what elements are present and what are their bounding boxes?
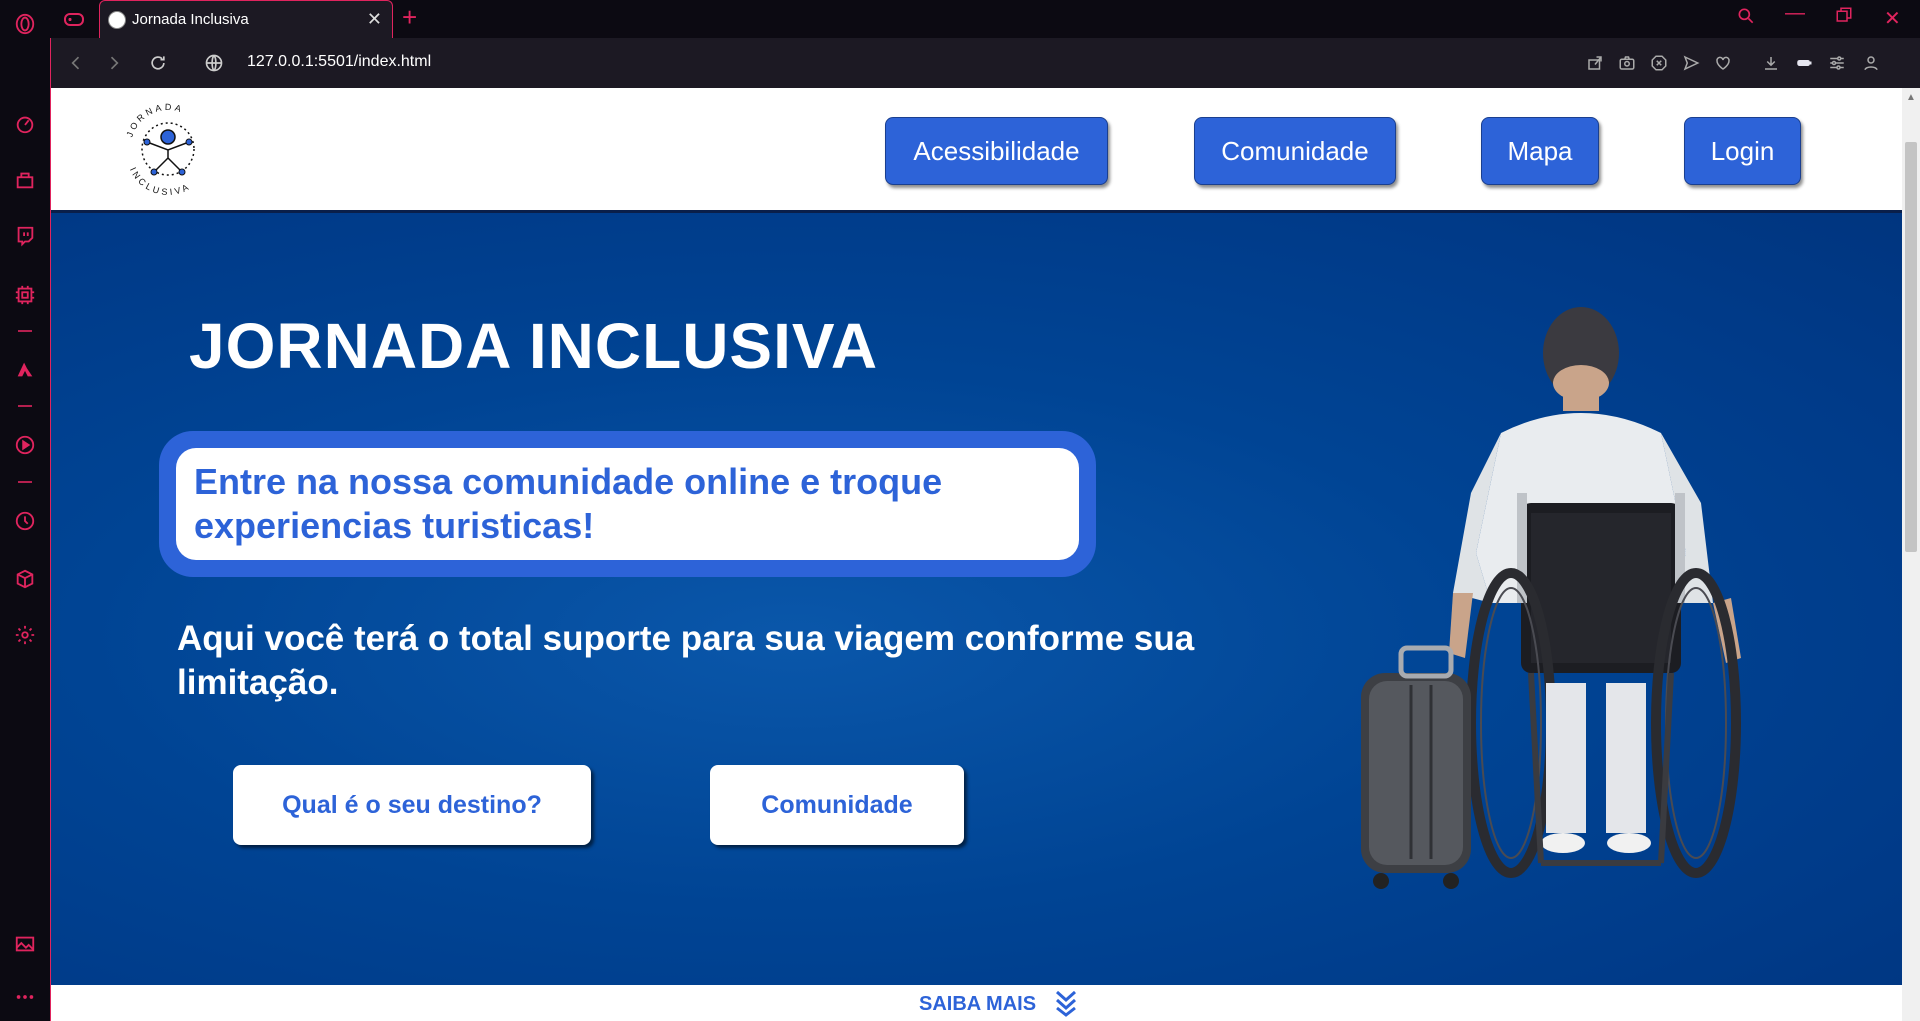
- page-viewport: JORNADA INCLUSIVA Acessibilidade Comunid…: [50, 88, 1902, 1021]
- close-tab-icon[interactable]: ✕: [367, 10, 382, 28]
- nav-acessibilidade-button[interactable]: Acessibilidade: [885, 117, 1108, 185]
- send-icon[interactable]: [1679, 51, 1703, 75]
- adblock-icon[interactable]: [1647, 51, 1671, 75]
- url-field[interactable]: 127.0.0.1:5501/index.html: [247, 53, 431, 71]
- tab-title: Jornada Inclusiva: [132, 11, 249, 28]
- aria-icon[interactable]: [13, 357, 37, 381]
- hero-section: JORNADA INCLUSIVA Entre na nossa comunid…: [51, 213, 1902, 985]
- community-promo-box: Entre na nossa comunidade online e troqu…: [159, 431, 1096, 577]
- svg-text:JORNADA: JORNADA: [124, 102, 185, 139]
- extensions-cube-icon[interactable]: [13, 567, 37, 591]
- search-tabs-icon[interactable]: [1736, 6, 1756, 32]
- settings-gear-icon[interactable]: [13, 623, 37, 647]
- scrollbar-thumb[interactable]: [1905, 142, 1917, 552]
- snapshot-camera-icon[interactable]: [1615, 51, 1639, 75]
- download-icon[interactable]: [1759, 51, 1783, 75]
- hardware-icon[interactable]: [13, 283, 37, 307]
- gamepad-icon[interactable]: [62, 7, 86, 31]
- sidebar-divider: [18, 481, 32, 483]
- wallpaper-icon[interactable]: [13, 932, 37, 956]
- player-icon[interactable]: [13, 433, 37, 457]
- jornada-inclusiva-logo[interactable]: JORNADA INCLUSIVA: [113, 92, 223, 202]
- easy-setup-sliders-icon[interactable]: [1825, 51, 1849, 75]
- double-chevron-down-icon[interactable]: [1054, 987, 1078, 1017]
- community-promo-text: Entre na nossa comunidade online e troqu…: [176, 448, 1079, 560]
- page-scrollbar[interactable]: ▲: [1902, 88, 1920, 1021]
- sidebar-divider: [18, 405, 32, 407]
- new-tab-plus-icon[interactable]: +: [402, 4, 417, 30]
- wheelchair-traveler-image: [1361, 307, 1741, 889]
- gx-control-icon[interactable]: [13, 112, 37, 136]
- hero-subtitle: Aqui você terá o total suporte para sua …: [177, 619, 1195, 702]
- more-dots-icon[interactable]: [13, 985, 37, 1009]
- nav-mapa-button[interactable]: Mapa: [1481, 117, 1599, 185]
- site-info-globe-icon[interactable]: [201, 50, 227, 76]
- gx-corner-icon[interactable]: [13, 168, 37, 192]
- favicon-icon: [108, 10, 126, 29]
- battery-saver-icon[interactable]: [1792, 51, 1816, 75]
- restore-icon[interactable]: [1835, 6, 1853, 30]
- browser-sidebar: [0, 0, 50, 1021]
- bookmark-heart-icon[interactable]: [1711, 51, 1735, 75]
- nav-login-button[interactable]: Login: [1684, 117, 1801, 185]
- scroll-up-arrow-icon[interactable]: ▲: [1905, 92, 1917, 103]
- destination-button[interactable]: Qual é o seu destino?: [233, 765, 591, 845]
- site-header: JORNADA INCLUSIVA Acessibilidade Comunid…: [51, 88, 1902, 213]
- saiba-mais-link[interactable]: SAIBA MAIS: [919, 993, 1036, 1016]
- opera-logo-icon[interactable]: [13, 12, 37, 36]
- forward-arrow-icon[interactable]: [101, 50, 127, 76]
- tab-strip: Jornada Inclusiva ✕ + — ✕: [50, 0, 1920, 38]
- twitch-icon[interactable]: [13, 224, 37, 248]
- minimize-icon[interactable]: —: [1785, 2, 1805, 25]
- history-icon[interactable]: [13, 509, 37, 533]
- share-icon[interactable]: [1583, 51, 1607, 75]
- close-window-icon[interactable]: ✕: [1884, 6, 1901, 31]
- reload-icon[interactable]: [145, 50, 171, 76]
- saiba-mais-bar: SAIBA MAIS: [51, 985, 1902, 1021]
- sidebar-divider: [18, 330, 32, 332]
- back-arrow-icon[interactable]: [63, 50, 89, 76]
- profile-icon[interactable]: [1859, 51, 1883, 75]
- hero-title: JORNADA INCLUSIVA: [189, 310, 879, 382]
- browser-tab[interactable]: Jornada Inclusiva ✕: [99, 0, 393, 38]
- community-button[interactable]: Comunidade: [710, 765, 964, 845]
- address-bar: 127.0.0.1:5501/index.html: [50, 38, 1920, 88]
- nav-comunidade-button[interactable]: Comunidade: [1194, 117, 1396, 185]
